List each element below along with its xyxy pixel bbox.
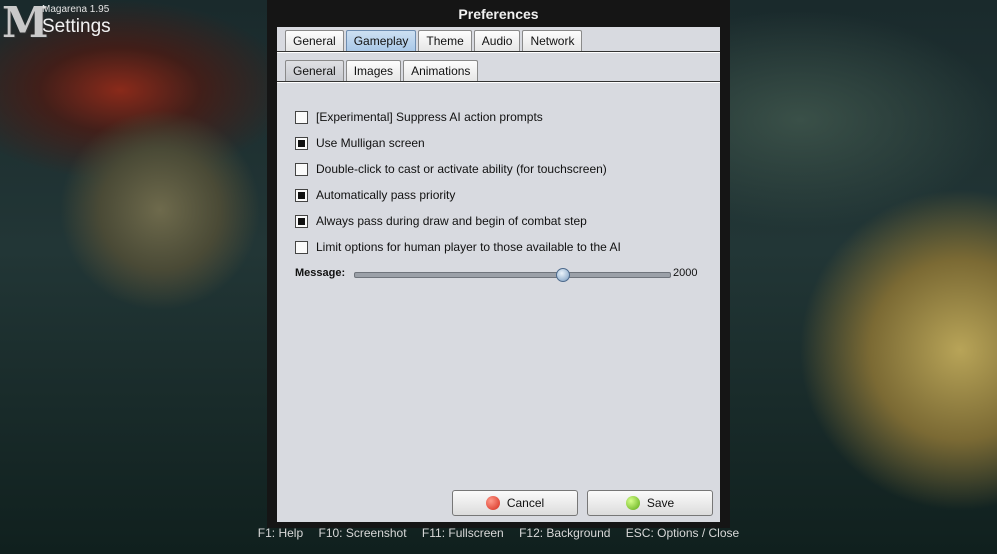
cancel-button[interactable]: Cancel [452,490,578,516]
option-label: Automatically pass priority [316,188,456,202]
sub-tabs: General Images Animations [285,60,480,82]
tab-divider [277,51,720,53]
tab-gameplay[interactable]: Gameplay [345,30,417,51]
checkbox[interactable] [295,240,308,254]
slider-thumb[interactable] [555,268,570,282]
tab-theme[interactable]: Theme [418,30,472,51]
shortcut-fullscreen: F11: Fullscreen [421,526,504,540]
checkbox[interactable] [295,136,308,150]
option-suppress-ai-prompts[interactable]: [Experimental] Suppress AI action prompt… [295,104,621,130]
option-use-mulligan[interactable]: Use Mulligan screen [295,130,621,156]
preferences-dialog: Preferences General Gameplay Theme Audio… [267,0,730,528]
checkbox[interactable] [295,162,308,176]
message-slider-row: Message: 2000 [295,265,715,283]
option-label: Double-click to cast or activate ability… [316,162,607,176]
tab-network[interactable]: Network [522,30,583,51]
subtab-animations[interactable]: Animations [403,60,479,81]
option-auto-pass-priority[interactable]: Automatically pass priority [295,182,621,208]
main-tabs: General Gameplay Theme Audio Network [285,30,584,52]
option-double-click[interactable]: Double-click to cast or activate ability… [295,156,621,182]
checkbox[interactable] [295,214,308,228]
shortcut-background: F12: Background [519,526,611,540]
shortcut-help: F1: Help [257,526,304,540]
save-button[interactable]: Save [587,490,713,516]
cancel-icon [485,496,500,510]
save-label: Save [646,496,675,510]
save-icon [625,496,640,510]
shortcut-bar: F1: Help F10: Screenshot F11: Fullscreen… [0,526,997,540]
shortcut-screenshot: F10: Screenshot [318,526,407,540]
subtab-divider [277,81,720,83]
checkbox[interactable] [295,188,308,202]
tab-general[interactable]: General [285,30,344,51]
message-slider[interactable] [354,268,671,282]
shortcut-close: ESC: Options / Close [625,526,740,540]
app-version: Magarena 1.95 [42,4,110,15]
tab-audio[interactable]: Audio [473,30,521,51]
option-label: [Experimental] Suppress AI action prompt… [316,110,543,124]
subtab-general[interactable]: General [285,60,344,81]
options-list: [Experimental] Suppress AI action prompt… [295,104,621,260]
message-value: 2000 [673,267,698,279]
checkbox[interactable] [295,110,308,124]
option-label: Always pass during draw and begin of com… [316,214,587,228]
option-limit-human-options[interactable]: Limit options for human player to those … [295,234,621,260]
subtab-images[interactable]: Images [345,60,402,81]
screen-title: Settings [42,16,111,37]
cancel-label: Cancel [506,496,545,510]
option-label: Use Mulligan screen [316,136,425,150]
option-always-pass-draw[interactable]: Always pass during draw and begin of com… [295,208,621,234]
preferences-panel: General Gameplay Theme Audio Network Gen… [277,27,720,522]
option-label: Limit options for human player to those … [316,240,621,254]
dialog-title: Preferences [458,6,539,22]
message-label: Message: [295,267,346,279]
